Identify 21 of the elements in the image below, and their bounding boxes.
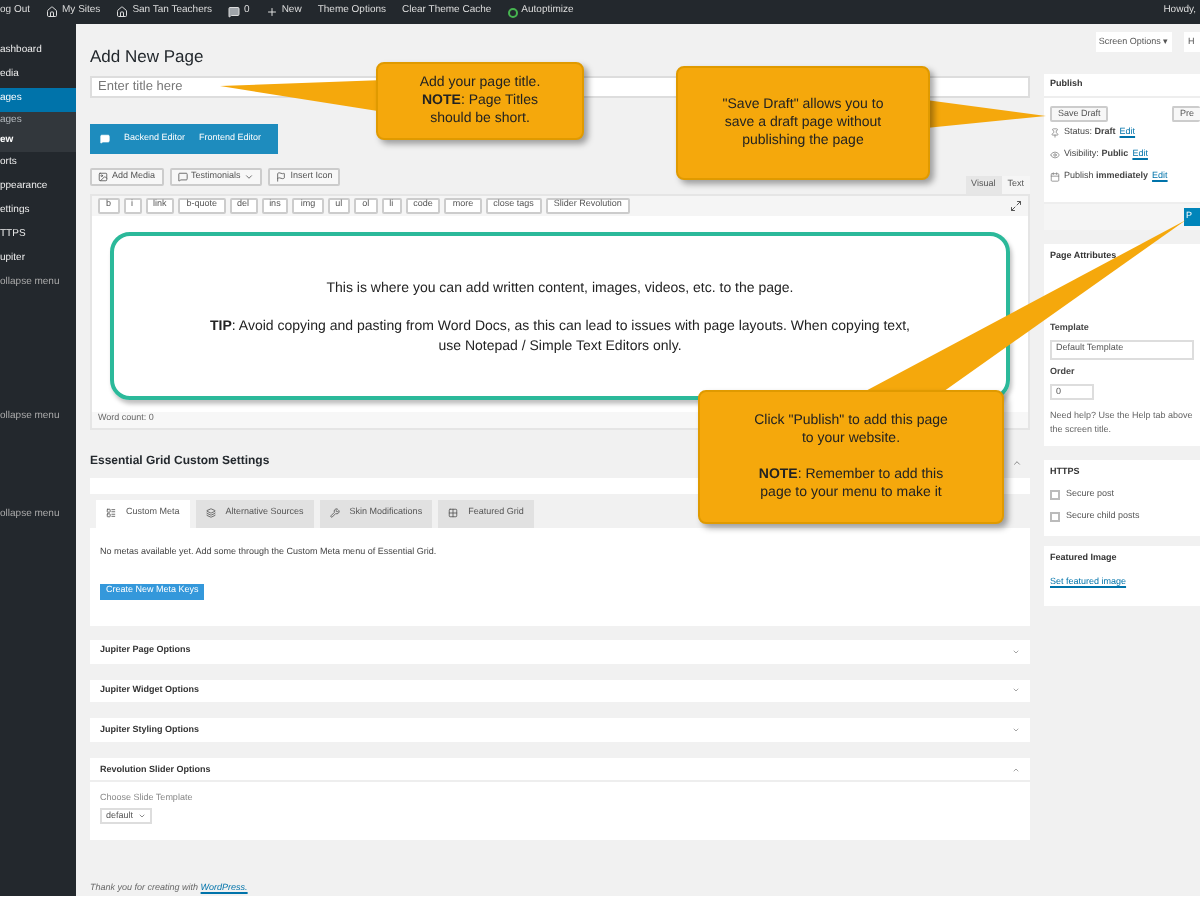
layers-icon [205, 508, 216, 519]
wrench-icon [329, 508, 340, 519]
checkbox[interactable] [1050, 512, 1060, 522]
meta-icon [1050, 150, 1060, 160]
caret-icon [244, 171, 255, 182]
sites-icon [46, 6, 59, 18]
flag-icon [276, 171, 287, 182]
grid-icon [448, 508, 459, 519]
meta-icon [1050, 128, 1060, 138]
image-icon [98, 171, 108, 182]
checkbox[interactable] [1050, 490, 1060, 500]
status-icon [507, 7, 518, 17]
collapse-icon[interactable] [1012, 457, 1022, 468]
page-title: Add New Page [90, 46, 206, 66]
home-icon [116, 6, 129, 18]
toggle-icon [100, 133, 110, 144]
speech-bubble-icon [177, 171, 188, 182]
comment-icon [228, 6, 241, 18]
plus-icon [265, 6, 278, 18]
meta-icon [1050, 172, 1060, 182]
list-icon [106, 508, 116, 519]
